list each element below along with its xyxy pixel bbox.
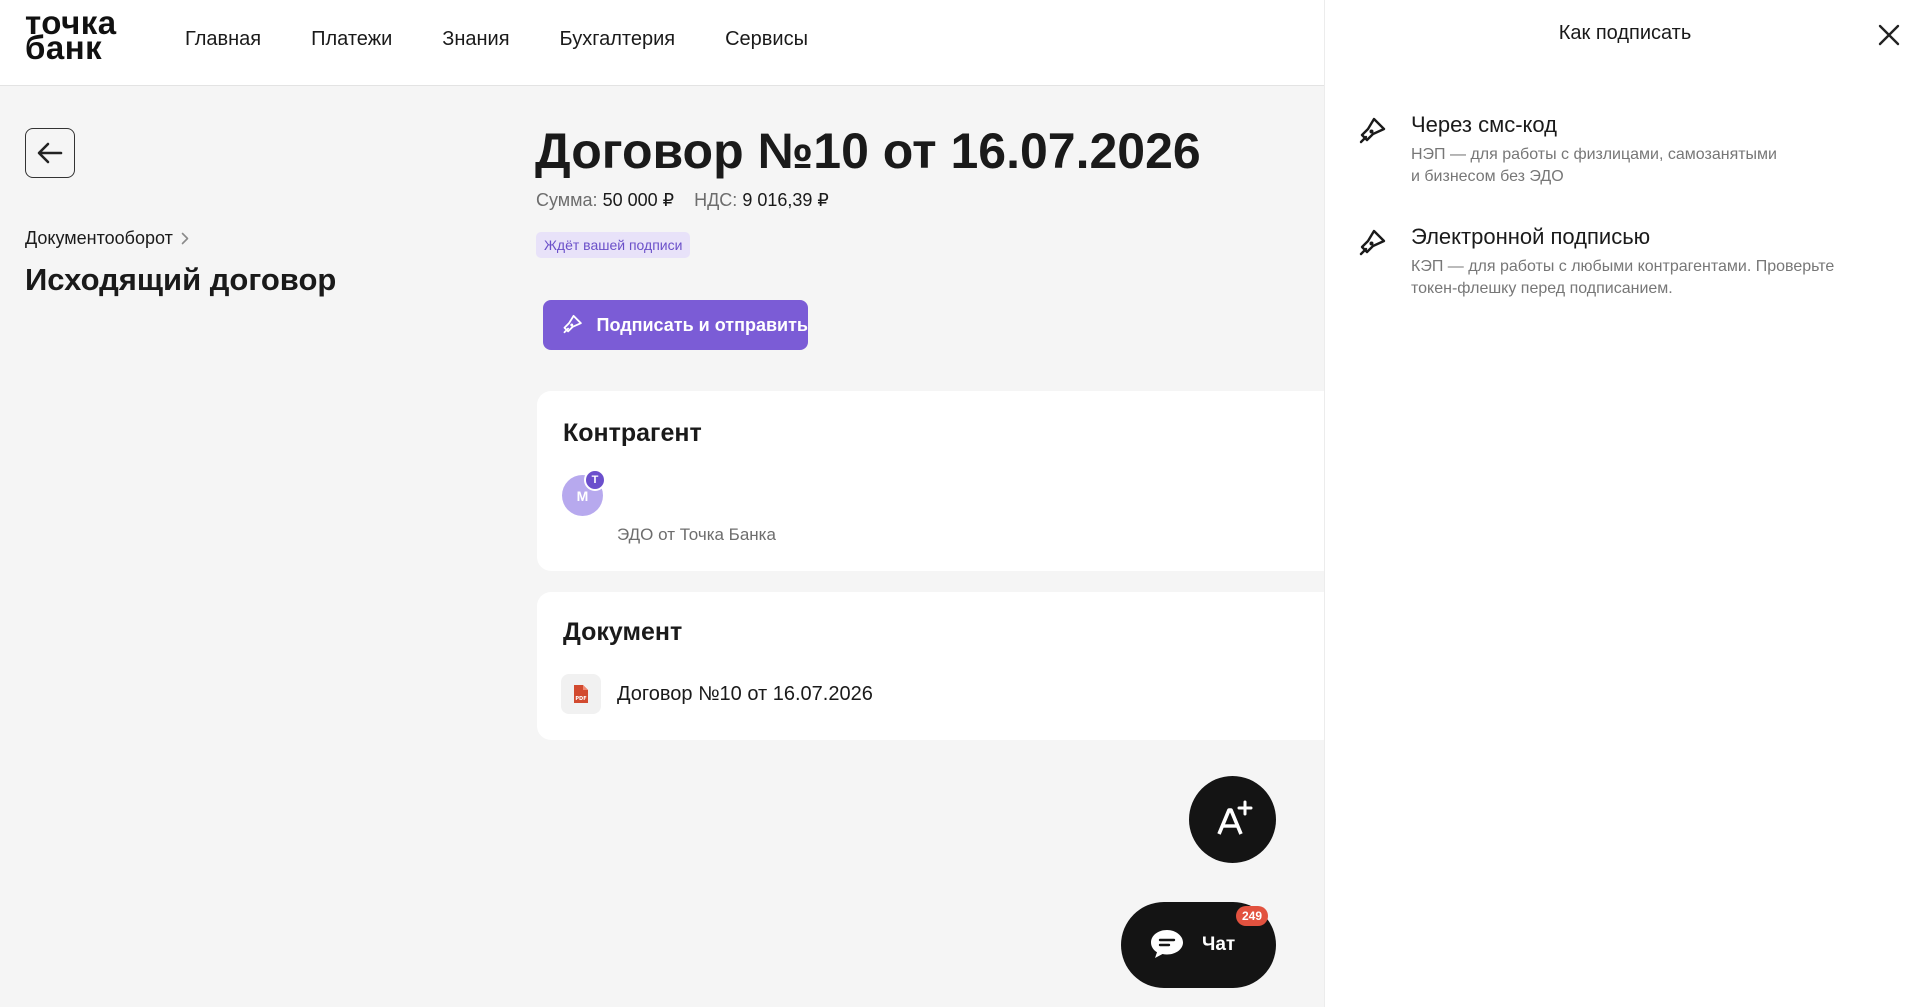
pdf-file-icon: PDF: [561, 674, 601, 714]
how-to-sign-panel: Как подписать Через смс-код НЭП — для ра…: [1324, 0, 1919, 1007]
sign-option-digital-title: Электронной подписью: [1411, 224, 1651, 249]
nav-item-services[interactable]: Сервисы: [725, 28, 808, 51]
nav-item-knowledge[interactable]: Знания: [442, 28, 509, 51]
avatar-badge: T: [584, 469, 606, 491]
sign-option-sms-desc-line2: и бизнесом без ЭДО: [1411, 168, 1564, 185]
tochka-bank-logo[interactable]: точка банк: [25, 6, 117, 64]
back-button[interactable]: [25, 128, 75, 178]
contragent-card: Контрагент M T ЭДО от Точка Банка: [537, 391, 1337, 571]
vat-value: 9 016,39 ₽: [742, 190, 829, 210]
close-icon: [1878, 24, 1900, 46]
sign-option-sms-title: Через смс-код: [1411, 112, 1557, 137]
sign-and-send-button[interactable]: Подписать и отправить: [543, 300, 808, 350]
nav-item-accounting[interactable]: Бухгалтерия: [560, 28, 676, 51]
close-button[interactable]: [1874, 20, 1904, 50]
sign-button-label: Подписать и отправить: [596, 314, 809, 335]
page-title: Договор №10 от 16.07.2026: [535, 123, 1201, 179]
nav-item-payments[interactable]: Платежи: [311, 28, 392, 51]
ai-assistant-button[interactable]: [1189, 776, 1276, 863]
sign-option-sms-desc: НЭП — для работы с физлицами, самозаняты…: [1411, 144, 1891, 188]
nav-item-home[interactable]: Главная: [185, 28, 261, 51]
pdf-file-label: PDF: [575, 696, 586, 702]
chat-unread-badge: 249: [1236, 906, 1269, 926]
contragent-edo-label: ЭДО от Точка Банка: [617, 525, 776, 544]
section-title: Исходящий договор: [25, 262, 337, 297]
panel-title: Как подписать: [1558, 22, 1692, 44]
sign-option-digital-desc: КЭП — для работы с любыми контрагентами.…: [1411, 256, 1891, 300]
status-badge: Ждёт вашей подписи: [536, 232, 691, 258]
vat-label: НДС:: [694, 190, 738, 210]
sign-option-digital-desc-line1: КЭП — для работы с любыми контрагентами.…: [1411, 258, 1835, 275]
pen-icon: [1359, 229, 1386, 256]
chat-label: Чат: [1202, 934, 1236, 955]
contragent-card-title: Контрагент: [563, 419, 702, 447]
main-nav: Главная Платежи Знания Бухгалтерия Серви…: [185, 0, 808, 78]
chevron-right-icon: [181, 232, 189, 245]
pen-icon: [1359, 117, 1386, 144]
document-card-title: Документ: [563, 618, 683, 646]
document-card: Документ PDF Договор №10 от 16.07.2026: [537, 592, 1337, 740]
breadcrumb: Документооборот: [25, 228, 189, 249]
document-file-link[interactable]: Договор №10 от 16.07.2026: [617, 683, 873, 706]
sign-option-sms-desc-line1: НЭП — для работы с физлицами, самозаняты…: [1411, 146, 1777, 163]
sum-value: 50 000 ₽: [602, 190, 675, 210]
pen-icon: [563, 314, 582, 334]
chat-button[interactable]: Чат 249: [1121, 902, 1276, 988]
breadcrumb-link-docflow[interactable]: Документооборот: [25, 228, 173, 249]
sign-option-digital-desc-line2: токен-флешку перед подписанием.: [1411, 280, 1673, 297]
chat-bubble-icon: [1151, 930, 1183, 958]
arrow-left-icon: [37, 142, 63, 164]
amount-line: Сумма: 50 000 ₽ НДС: 9 016,39 ₽: [536, 190, 829, 211]
sum-label: Сумма:: [536, 190, 598, 210]
ai-sparkle-icon: [1216, 800, 1252, 835]
